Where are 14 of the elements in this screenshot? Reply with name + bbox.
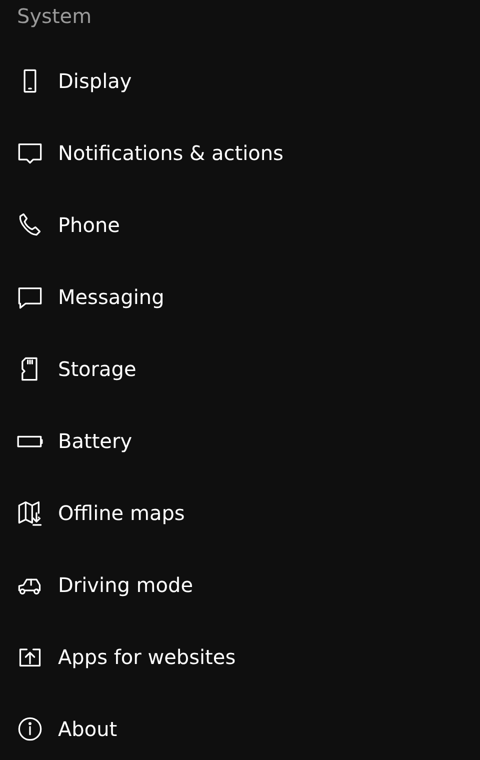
settings-item[interactable]: Driving mode bbox=[0, 557, 194, 613]
phone-handset-icon bbox=[17, 212, 43, 238]
settings-item[interactable]: About bbox=[0, 701, 118, 757]
settings-item[interactable]: Apps for websites bbox=[0, 629, 236, 685]
map-icon bbox=[17, 500, 43, 526]
info-icon bbox=[17, 716, 43, 742]
settings-item[interactable]: Storage bbox=[0, 341, 136, 397]
section-title: System bbox=[16, 3, 93, 30]
settings-item[interactable]: Messaging bbox=[0, 269, 164, 325]
settings-item[interactable]: Battery bbox=[0, 413, 132, 469]
settings-item[interactable]: Phone bbox=[0, 197, 120, 253]
settings-item[interactable]: Offline maps bbox=[0, 485, 185, 541]
settings-item[interactable]: Display bbox=[0, 53, 132, 109]
settings-item[interactable]: Notifications & actions bbox=[0, 125, 284, 181]
